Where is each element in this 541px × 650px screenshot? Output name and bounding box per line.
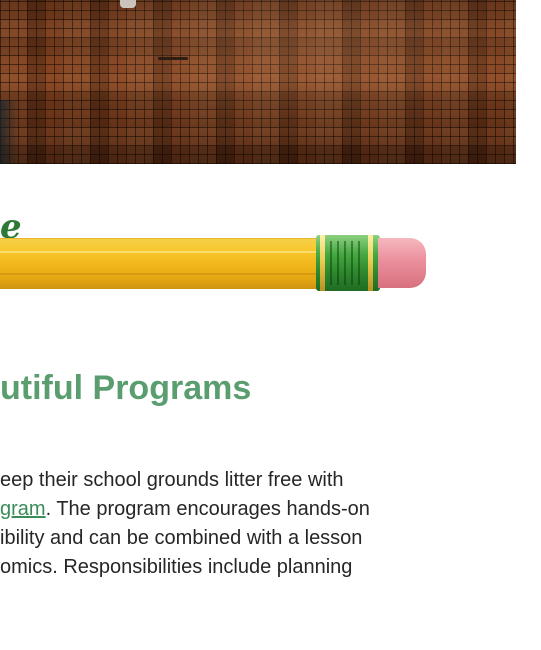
page: e utiful Programs eep their school groun… <box>0 0 541 650</box>
photo-object <box>120 0 136 8</box>
ferrule-ring <box>368 235 373 291</box>
paragraph-line-1: eep their school grounds litter free wit… <box>0 469 344 491</box>
pencil-banner: e <box>0 210 541 291</box>
program-link[interactable]: gram <box>0 498 46 520</box>
ferrule-groove <box>351 241 353 285</box>
ferrule-groove <box>330 241 332 285</box>
paragraph-line-3: ibility and can be combined with a lesso… <box>0 527 363 549</box>
photo-shadow <box>0 100 18 164</box>
paragraph-line-2-text: . The program encourages hands-on <box>45 498 370 520</box>
pencil-ferrule <box>316 235 380 291</box>
pencil-icon <box>0 238 318 289</box>
ferrule-groove <box>358 241 360 285</box>
paragraph-line-4: omics. Responsibilities include planning <box>0 556 353 578</box>
photo-floor-mark <box>158 57 188 60</box>
section-heading: utiful Programs <box>0 369 252 407</box>
paragraph-line-2: gram. The program encourages hands-on <box>0 495 541 524</box>
pencil-eraser <box>378 238 426 288</box>
ferrule-groove <box>337 241 339 285</box>
program-description: eep their school grounds litter free wit… <box>0 466 541 582</box>
ferrule-ring <box>320 235 325 291</box>
hero-floor-photo <box>0 0 516 164</box>
ferrule-groove <box>344 241 346 285</box>
